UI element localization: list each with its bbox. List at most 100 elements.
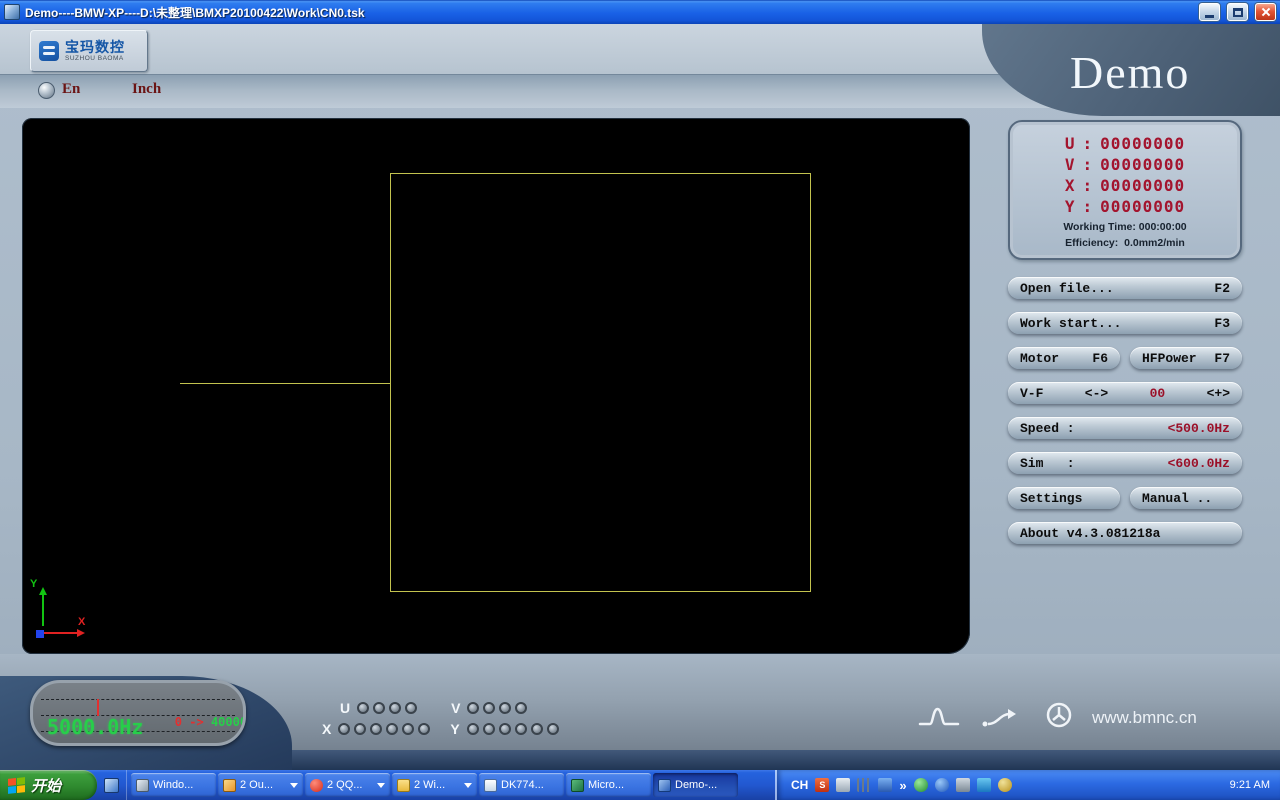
working-time: Working Time: 000:00:00 — [1010, 221, 1240, 233]
indicator-dot — [386, 723, 398, 735]
manual-button[interactable]: Manual .. — [1130, 487, 1242, 509]
vf-decrease-button[interactable]: <-> — [1085, 386, 1108, 401]
usb-device-icon[interactable] — [956, 778, 970, 792]
indicator-y-dots — [467, 723, 559, 735]
freq-current-value: 5000.0Hz — [47, 715, 143, 739]
task-demo-active[interactable]: Demo-... — [653, 773, 738, 797]
freq-range-to: 40000 — [211, 715, 246, 729]
sogou-ime-icon[interactable]: S — [815, 778, 829, 792]
about-label: About v4.3.081218a — [1020, 526, 1160, 541]
tray-overflow-chevron[interactable]: » — [899, 778, 906, 793]
antivirus-icon[interactable] — [914, 778, 928, 792]
open-file-label: Open file... — [1020, 281, 1114, 296]
language-indicator[interactable]: CH — [791, 778, 808, 792]
indicator-x-label: X — [322, 721, 331, 737]
task-window[interactable]: Windo... — [131, 773, 216, 797]
axis-v-value: 00000000 — [1100, 154, 1185, 175]
indicator-dot — [467, 702, 479, 714]
task-outlook-group[interactable]: 2 Ou... — [218, 773, 303, 797]
taskbar: 开始 Windo... 2 Ou... 2 QQ... 2 Wi... — [0, 770, 1280, 800]
speed-value: <500.0Hz — [1168, 421, 1230, 436]
open-file-hotkey: F2 — [1214, 281, 1230, 296]
group-arrow-icon — [290, 783, 298, 792]
demo-app-icon — [658, 779, 671, 792]
speed-label: Speed : — [1020, 421, 1075, 436]
open-file-button[interactable]: Open file... F2 — [1008, 277, 1242, 299]
brand-title: Demo — [1070, 46, 1190, 99]
indicator-u-dots — [357, 702, 417, 714]
minimize-button[interactable] — [1199, 3, 1220, 21]
indicator-dot — [405, 702, 417, 714]
hfpower-hotkey: F7 — [1214, 351, 1230, 366]
messenger-icon[interactable] — [935, 778, 949, 792]
indicator-dot — [357, 702, 369, 714]
axis-y-value: 00000000 — [1100, 196, 1185, 217]
language-globe-icon[interactable] — [38, 82, 55, 99]
unit-toggle[interactable]: Inch — [132, 81, 161, 98]
axis-readout-v: V:00000000 — [1010, 154, 1240, 175]
app-icon — [4, 4, 20, 20]
task-excel[interactable]: Micro... — [566, 773, 651, 797]
hfpower-button[interactable]: HFPower F7 — [1130, 347, 1242, 369]
quick-launch — [97, 770, 127, 800]
volume-icon[interactable] — [998, 778, 1012, 792]
speed-button[interactable]: Speed : <500.0Hz — [1008, 417, 1242, 439]
y-axis-arrow-icon — [42, 590, 44, 626]
efficiency: Efficiency: 0.0mm2/min — [1010, 237, 1240, 249]
axis-x-label: X — [1065, 175, 1076, 196]
group-arrow-icon — [377, 783, 385, 792]
ime-toolbar-icon[interactable] — [878, 778, 892, 792]
sim-button[interactable]: Sim : <600.0Hz — [1008, 452, 1242, 474]
hfpower-label: HFPower — [1142, 351, 1197, 366]
task-explorer-group[interactable]: 2 Wi... — [392, 773, 477, 797]
pulse-wave-icon[interactable] — [918, 704, 960, 730]
show-desktop-icon[interactable] — [104, 778, 119, 793]
work-start-label: Work start... — [1020, 316, 1121, 331]
indicator-dot — [418, 723, 430, 735]
vf-increase-button[interactable]: <+> — [1207, 386, 1230, 401]
colon: : — [1082, 133, 1093, 154]
indicator-dot — [354, 723, 366, 735]
indicator-dot — [499, 702, 511, 714]
axis-x-value: 00000000 — [1100, 175, 1185, 196]
axis-v-label: V — [1065, 154, 1076, 175]
indicator-dot — [373, 702, 385, 714]
folder-icon — [397, 779, 410, 792]
task-qq-group[interactable]: 2 QQ... — [305, 773, 390, 797]
task-document[interactable]: DK774... — [479, 773, 564, 797]
task-label: 2 QQ... — [327, 779, 362, 791]
transfer-arrows-icon[interactable] — [980, 708, 1018, 730]
rotation-icon[interactable] — [1044, 700, 1074, 730]
task-label: Windo... — [153, 779, 193, 791]
website-link[interactable]: www.bmnc.cn — [1092, 708, 1197, 728]
workpiece-rectangle — [390, 173, 811, 592]
pen-input-icon[interactable] — [836, 778, 850, 792]
motor-hotkey: F6 — [1092, 351, 1108, 366]
work-start-button[interactable]: Work start... F3 — [1008, 312, 1242, 334]
freq-range-from: 0 -> — [175, 715, 204, 729]
settings-button[interactable]: Settings — [1008, 487, 1120, 509]
about-button[interactable]: About v4.3.081218a — [1008, 522, 1242, 544]
drawing-canvas[interactable]: Y X — [22, 118, 970, 654]
indicator-dot — [483, 702, 495, 714]
axis-readout-y: Y:00000000 — [1010, 196, 1240, 217]
axis-y-label: Y — [1065, 196, 1076, 217]
colon: : — [1082, 154, 1093, 175]
indicator-y-label: Y — [450, 721, 459, 737]
network-icon[interactable] — [977, 778, 991, 792]
maximize-button[interactable] — [1227, 3, 1248, 21]
windows-flag-icon — [8, 777, 25, 794]
close-button[interactable] — [1255, 3, 1276, 21]
language-toggle[interactable]: En — [62, 81, 80, 98]
indicator-dot — [515, 702, 527, 714]
indicator-dot — [402, 723, 414, 735]
task-label: 2 Ou... — [240, 779, 273, 791]
task-label: DK774... — [501, 779, 544, 791]
motor-button[interactable]: Motor F6 — [1008, 347, 1120, 369]
start-button[interactable]: 开始 — [0, 770, 97, 800]
task-label: 2 Wi... — [414, 779, 445, 791]
axis-u-value: 00000000 — [1100, 133, 1185, 154]
brand-logo-button[interactable]: 宝玛数控 SUZHOU BAOMA — [30, 30, 148, 72]
keyboard-icon[interactable] — [857, 778, 871, 792]
indicator-v-dots — [467, 702, 527, 714]
